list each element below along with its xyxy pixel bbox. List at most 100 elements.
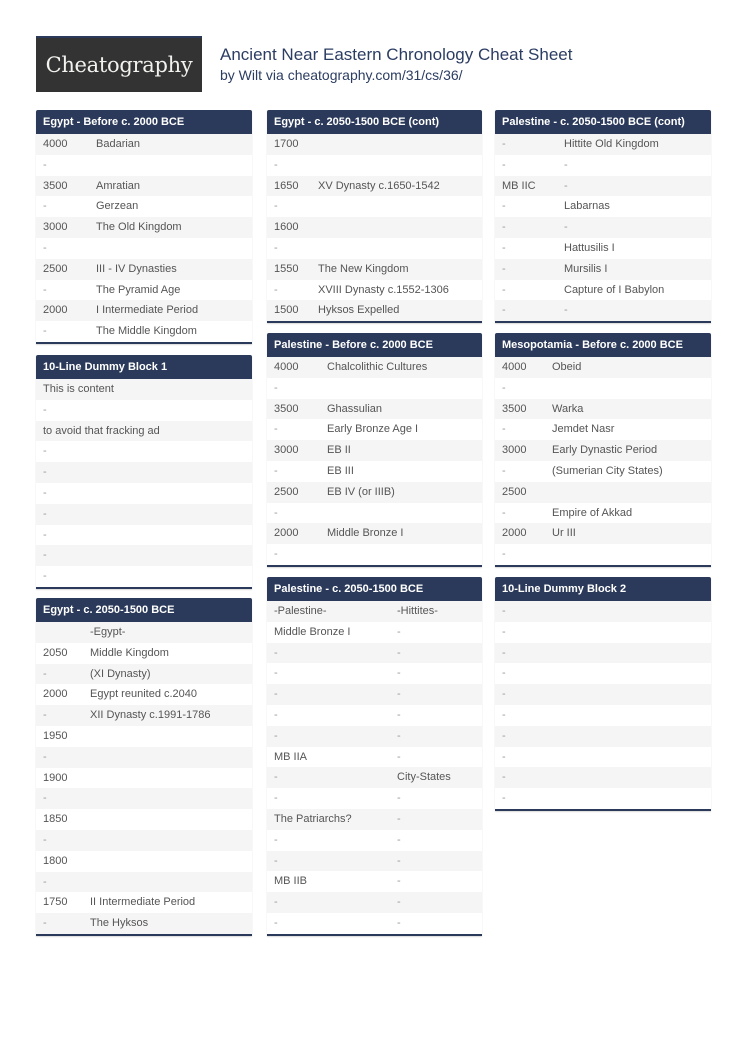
cell-date: - <box>43 403 47 416</box>
block-rows: -Egypt- 2050 Middle Kingdom - (XI Dynasty) 20… <box>36 622 252 934</box>
byline: by Wilt via cheatography.com/31/cs/36/ <box>220 67 463 83</box>
cell-event: - <box>397 625 401 638</box>
table-row: 1750 II Intermediate Period <box>36 892 252 914</box>
table-row: -- <box>267 892 482 913</box>
table-row: Middle Bronze I - <box>267 621 482 643</box>
cell-date: - <box>502 625 506 638</box>
table-row: - Empire of Akkad <box>495 502 711 524</box>
table-row: - <box>36 566 252 587</box>
table-row: -- <box>495 154 711 176</box>
logo-text: Cheatography <box>45 53 193 77</box>
table-row: - <box>36 746 252 768</box>
cell-event: Early Dynastic Period <box>552 444 658 457</box>
cell-event: Hittite Old Kingdom <box>564 138 659 150</box>
cell-date: 2500 <box>43 262 68 275</box>
table-row: -- <box>267 850 482 872</box>
table-row: - XVIII Dynasty c.1552-1306 <box>267 279 482 301</box>
table-row: - <box>495 788 711 809</box>
cell-date: 2500 <box>274 485 299 498</box>
table-row: 2000 Ur III <box>495 523 711 545</box>
cell-event: Jemdet Nasr <box>552 423 615 436</box>
cheatography-logo[interactable]: Cheatography <box>36 36 202 92</box>
cell-date: - <box>502 548 506 561</box>
cell-date: The Patriarchs? <box>274 812 352 825</box>
cell-date: - <box>502 750 506 763</box>
table-row: - <box>36 462 252 483</box>
cell-date: 2000 <box>43 688 68 701</box>
table-row: - <box>36 788 252 810</box>
cell-event: Early Bronze Age I <box>327 423 419 436</box>
table-row: -- <box>267 684 482 705</box>
table-row: - Mursilis I <box>495 258 711 280</box>
cell-date: - <box>502 283 506 296</box>
table-row: 3000 EB II <box>267 440 482 461</box>
cell-date: 3500 <box>274 402 299 415</box>
cell-event: (Sumerian City States) <box>552 464 663 477</box>
table-row: 2500 III - IV Dynasties <box>36 258 252 280</box>
cell-event: XV Dynasty c.1650-1542 <box>318 179 440 192</box>
cell-date: - <box>274 708 278 721</box>
cell-event: EB II <box>327 444 351 457</box>
cell-date: - <box>274 241 278 254</box>
table-row: - XII Dynasty c.1991-1786 <box>36 705 252 726</box>
cell-event: -Hittites- <box>397 605 438 617</box>
table-row: MB IIB - <box>267 871 482 893</box>
block-title: Egypt - Before c. 2000 BCE <box>36 110 252 134</box>
cell-date: MB IIC <box>502 179 536 192</box>
block-palestine-2050-1500: Palestine - c. 2050-1500 BCE -Palestine- -… <box>267 577 482 936</box>
cell-event: Ghassulian <box>327 402 383 415</box>
cell-event: Middle Bronze I <box>327 527 404 540</box>
cell-date: - <box>502 646 506 659</box>
cell-event: Amratian <box>96 179 141 192</box>
cell-event: Capture of I Babylon <box>564 283 665 296</box>
block-rows: 4000 Obeid - 3500 Warka - Jemdet Nasr 3000 Early… <box>495 357 711 565</box>
table-row: -- <box>267 725 482 747</box>
table-row: - <box>36 399 252 421</box>
table-row: 4000 Badarian <box>36 134 252 155</box>
cell-date: -Palestine- <box>274 605 327 617</box>
cell-date: - <box>502 688 506 701</box>
cell-event: EB IV (or IIIB) <box>327 485 395 498</box>
cell-date: 1700 <box>274 138 299 150</box>
block-rows: - - - - - - - - - - <box>495 601 711 809</box>
cell-date: 2000 <box>502 527 527 540</box>
cell-event: II Intermediate Period <box>90 896 196 909</box>
table-row: The Patriarchs? - <box>267 808 482 830</box>
table-row: - Early Bronze Age I <box>267 419 482 441</box>
cell-date: - <box>43 158 47 171</box>
table-row: 1650 XV Dynasty c.1650-1542 <box>267 175 482 197</box>
block-dummy-2: 10-Line Dummy Block 2 - - - - - - - - - - <box>495 577 711 811</box>
cell-event: Ur III <box>552 527 576 540</box>
cell-event: City-States <box>397 771 451 784</box>
cell-event: -Egypt- <box>90 626 126 638</box>
cell-date: - <box>43 875 47 888</box>
cell-date: 1550 <box>274 262 299 275</box>
cell-date: - <box>43 792 47 805</box>
block-palestine-before-2000: Palestine - Before c. 2000 BCE 4000 Chalco… <box>267 333 482 567</box>
cell-date: - <box>502 262 506 275</box>
block-rows: -Palestine- -Hittites- Middle Bronze I----… <box>267 601 482 934</box>
cell-event: III - IV Dynasties <box>96 262 177 275</box>
cell-event: Empire of Akkad <box>552 506 633 519</box>
cell-event: - <box>397 833 401 846</box>
table-row: - <box>495 704 711 726</box>
cell-date: - <box>274 896 278 909</box>
cell-date: to avoid that fracking ad <box>43 424 160 437</box>
cell-event: - <box>397 854 401 867</box>
cell-date: - <box>43 709 47 722</box>
cell-date: - <box>43 528 47 541</box>
table-row: - <box>36 871 252 893</box>
table-row: 2000 Egypt reunited c.2040 <box>36 684 252 706</box>
cell-date: - <box>274 771 278 784</box>
sheet-link[interactable]: cheatography.com/31/cs/36/ <box>288 67 463 83</box>
table-row: 1550 The New Kingdom <box>267 258 482 280</box>
cell-date: 1600 <box>274 221 299 234</box>
cell-date: - <box>43 325 47 338</box>
cell-date: 2050 <box>43 646 68 659</box>
table-row: - <box>495 663 711 685</box>
cell-date: - <box>274 792 278 805</box>
table-row: - <box>495 621 711 643</box>
block-rows: 4000 Chalcolithic Cultures - 3500 Ghassulian… <box>267 357 482 565</box>
table-row: - <box>36 482 252 504</box>
cell-event: - <box>397 667 401 680</box>
